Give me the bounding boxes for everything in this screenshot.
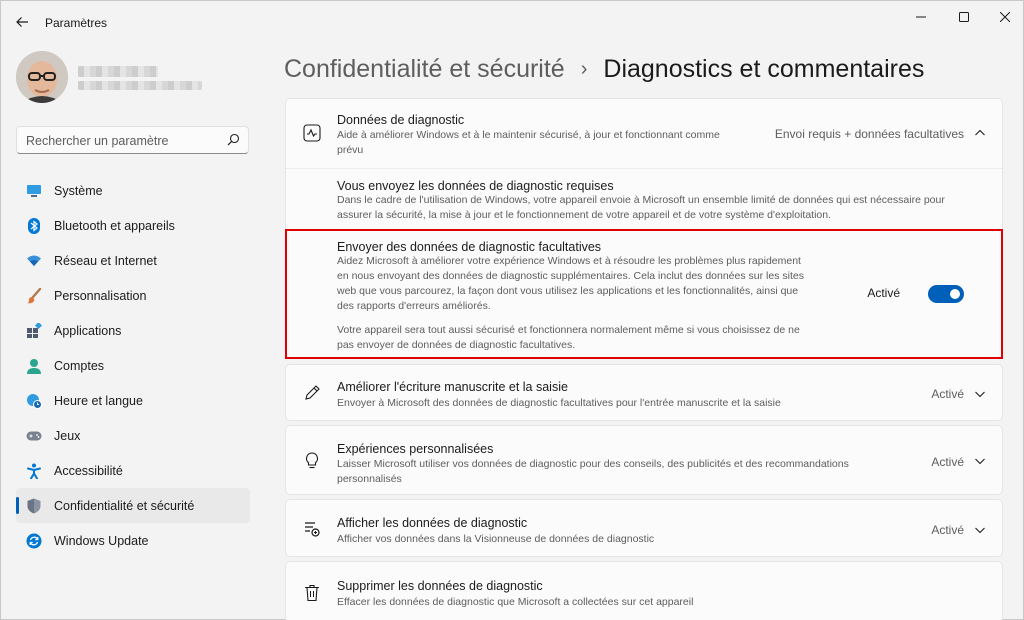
- card-description: personnalisés: [337, 473, 402, 485]
- delete-diagnostic-data-card[interactable]: Supprimer les données de diagnostic Effa…: [285, 561, 1003, 620]
- settings-window: Paramètres Rechercher un paramètre Systè…: [0, 0, 1024, 620]
- sidebar-item-reseau[interactable]: Réseau et Internet: [16, 243, 250, 278]
- sidebar-item-label: Heure et langue: [54, 393, 143, 408]
- search-icon: [227, 133, 240, 151]
- sidebar-item-label: Réseau et Internet: [54, 253, 157, 268]
- lightbulb-icon: [302, 451, 322, 471]
- personalized-experiences-card[interactable]: Expériences personnalisées Laisser Micro…: [285, 425, 1003, 495]
- chevron-down-icon[interactable]: [972, 522, 988, 538]
- maximize-button[interactable]: [950, 7, 978, 27]
- chevron-up-icon[interactable]: [972, 125, 988, 141]
- breadcrumb: Confidentialité et sécurité › Diagnostic…: [284, 51, 924, 87]
- chevron-down-icon[interactable]: [972, 453, 988, 469]
- card-description: Afficher vos données dans la Visionneuse…: [337, 533, 655, 545]
- sidebar-item-accessibilite[interactable]: Accessibilité: [16, 453, 250, 488]
- card-title: Améliorer l'écriture manuscrite et la sa…: [337, 380, 568, 394]
- card-description: Laisser Microsoft utiliser vos données d…: [337, 458, 849, 470]
- divider: [286, 168, 1002, 169]
- maximize-icon: [959, 12, 969, 22]
- sidebar-item-label: Jeux: [54, 428, 81, 443]
- sidebar-item-label: Windows Update: [54, 533, 149, 548]
- globe-clock-icon: [26, 393, 42, 409]
- search-placeholder: Rechercher un paramètre: [26, 134, 169, 148]
- sidebar-item-bluetooth[interactable]: Bluetooth et appareils: [16, 208, 250, 243]
- card-title: Supprimer les données de diagnostic: [337, 579, 543, 593]
- diagnostic-status: Envoi requis + données facultatives: [774, 127, 964, 141]
- card-description: prévu: [337, 144, 364, 156]
- sidebar-item-applications[interactable]: Applications: [16, 313, 250, 348]
- sidebar-item-personnalisation[interactable]: Personnalisation: [16, 278, 250, 313]
- sidebar-item-label: Applications: [54, 323, 122, 338]
- highlight-box: [285, 229, 1003, 359]
- avatar: [16, 51, 68, 103]
- data-viewer-icon: [302, 519, 322, 539]
- sidebar-item-label: Accessibilité: [54, 463, 123, 478]
- card-status: Activé: [931, 455, 964, 469]
- chevron-down-icon[interactable]: [972, 386, 988, 402]
- card-title: Afficher les données de diagnostic: [337, 516, 528, 530]
- brush-icon: [26, 287, 42, 304]
- apps-icon: [26, 322, 42, 339]
- card-title: Données de diagnostic: [337, 113, 465, 127]
- blurred-username: [78, 66, 158, 77]
- required-data-description: assurer la sécurité, la mise à jour et l…: [337, 209, 832, 221]
- system-icon: [26, 183, 42, 199]
- diagnostic-data-header[interactable]: Données de diagnostic Aide à améliorer W…: [286, 99, 1002, 167]
- title-bar: Paramètres: [1, 1, 1023, 41]
- handwriting-card[interactable]: Améliorer l'écriture manuscrite et la sa…: [285, 364, 1003, 421]
- gamepad-icon: [26, 428, 42, 444]
- sidebar-item-systeme[interactable]: Système: [16, 173, 250, 208]
- card-title: Expériences personnalisées: [337, 442, 494, 456]
- close-icon: [1000, 12, 1010, 22]
- card-description: Effacer les données de diagnostic que Mi…: [337, 596, 694, 608]
- app-title: Paramètres: [45, 16, 108, 30]
- sidebar-item-comptes[interactable]: Comptes: [16, 348, 250, 383]
- shield-icon: [26, 498, 42, 514]
- back-button[interactable]: [11, 11, 33, 33]
- sidebar-item-label: Bluetooth et appareils: [54, 218, 175, 233]
- wifi-icon: [26, 253, 42, 269]
- accessibility-icon: [26, 463, 42, 479]
- sidebar-item-label: Système: [54, 183, 103, 198]
- breadcrumb-parent[interactable]: Confidentialité et sécurité: [284, 55, 565, 84]
- bluetooth-icon: [26, 217, 42, 234]
- trash-icon: [302, 583, 322, 603]
- user-profile[interactable]: [16, 51, 256, 107]
- card-description: Envoyer à Microsoft des données de diagn…: [337, 397, 781, 409]
- blurred-email: [78, 81, 202, 90]
- card-description: Aide à améliorer Windows et à le mainten…: [337, 129, 720, 141]
- sidebar-item-label: Confidentialité et sécurité: [54, 498, 195, 513]
- update-icon: [26, 533, 42, 549]
- activity-chart-icon: [302, 123, 322, 143]
- card-status: Activé: [931, 387, 964, 401]
- sidebar-item-windows-update[interactable]: Windows Update: [16, 523, 250, 558]
- person-icon: [26, 358, 42, 374]
- sidebar-item-heure[interactable]: Heure et langue: [16, 383, 250, 418]
- minimize-button[interactable]: [907, 7, 935, 27]
- minimize-icon: [916, 16, 926, 18]
- required-data-description: Dans le cadre de l'utilisation de Window…: [337, 194, 945, 206]
- breadcrumb-separator: ›: [580, 57, 588, 80]
- required-data-title: Vous envoyez les données de diagnostic r…: [337, 179, 614, 193]
- search-input[interactable]: Rechercher un paramètre: [16, 126, 249, 154]
- view-diagnostic-data-card[interactable]: Afficher les données de diagnostic Affic…: [285, 499, 1003, 557]
- close-button[interactable]: [991, 7, 1019, 27]
- card-status: Activé: [931, 523, 964, 537]
- page-title: Diagnostics et commentaires: [603, 54, 925, 83]
- sidebar-item-jeux[interactable]: Jeux: [16, 418, 250, 453]
- sidebar-item-confidentialite[interactable]: Confidentialité et sécurité: [16, 488, 250, 523]
- sidebar-item-label: Personnalisation: [54, 288, 147, 303]
- pen-icon: [302, 383, 322, 403]
- sidebar-nav: Système Bluetooth et appareils Réseau et…: [16, 173, 250, 558]
- sidebar-item-label: Comptes: [54, 358, 105, 373]
- back-arrow-icon: [16, 17, 28, 27]
